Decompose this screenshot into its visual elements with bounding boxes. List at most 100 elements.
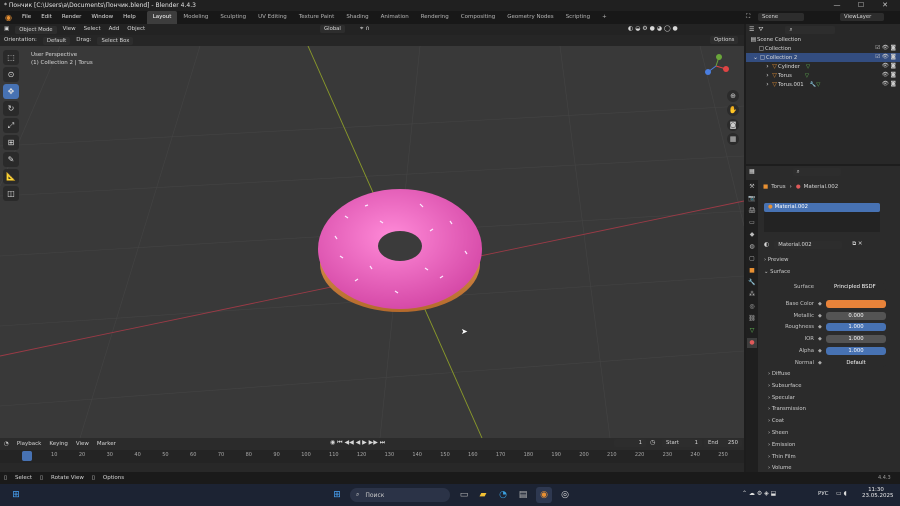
system-tray-icons[interactable]: ⌃ ☁ ⚙ ◈ ⬓ [742,490,776,497]
orientation-dropdown[interactable]: Default [42,36,71,45]
subsection-header[interactable]: › Transmission [768,405,806,414]
playhead[interactable] [22,451,32,461]
object-tab-icon[interactable]: ■ [747,266,757,276]
outliner-item-torus[interactable]: › ▽Torus ▽ 👁 ◙ [746,71,900,80]
expand-icon[interactable]: › [764,62,771,71]
editor-type-icon[interactable]: ▣ [0,24,13,35]
constraints-tab-icon[interactable]: ⛓ [747,314,757,324]
socket-icon[interactable]: ◆ [818,323,822,332]
visibility-icon[interactable]: ☑ 👁 ◙ [875,53,896,62]
menu-view[interactable]: View [59,24,80,35]
network-volume-icons[interactable]: ▭ ◖ [836,490,847,497]
subsection-header[interactable]: › Specular [768,394,795,403]
tab-sculpting[interactable]: Sculpting [214,11,252,24]
zoom-icon[interactable]: ⊕ [727,90,739,102]
timeline-editor-icon[interactable]: ◔ [0,439,13,450]
subsection-header[interactable]: › Emission [768,441,795,450]
menu-file[interactable]: File [17,11,36,24]
prop-field[interactable] [826,300,886,308]
modifier-tab-icon[interactable]: 🔧 [747,278,757,288]
socket-icon[interactable]: ◆ [818,359,822,368]
measure-tool-icon[interactable]: 📐 [3,169,19,184]
surface-panel-header[interactable]: ⌄ Surface [764,268,790,277]
tab-modeling[interactable]: Modeling [177,11,214,24]
visibility-icon[interactable]: 👁 ◙ [882,71,896,80]
menu-object[interactable]: Object [123,24,149,35]
scale-tool-icon[interactable]: ⤢ [3,118,19,133]
minimize-button[interactable]: — [826,0,848,11]
subsection-header[interactable]: › Thin Film [768,453,796,462]
close-button[interactable]: ✕ [874,0,896,11]
store-icon[interactable]: ▤ [515,487,531,503]
mode-selector[interactable]: Object Mode [15,25,57,34]
physics-tab-icon[interactable]: ◎ [747,302,757,312]
tab-animation[interactable]: Animation [375,11,415,24]
tab-scripting[interactable]: Scripting [560,11,596,24]
particles-tab-icon[interactable]: ⁂ [747,290,757,300]
prop-field[interactable]: 1.000 [826,335,886,344]
tab-layout[interactable]: Layout [146,11,178,24]
menu-render[interactable]: Render [57,11,87,24]
add-cube-tool-icon[interactable]: ◫ [3,186,19,201]
current-frame-field[interactable]: 1 [614,439,646,447]
tool-tab-icon[interactable]: ⚒ [747,182,757,192]
menu-marker[interactable]: Marker [93,439,120,450]
subsection-header[interactable]: › Sheen [768,429,788,438]
view-layer-selector[interactable]: ViewLayer [840,13,884,21]
material-browse-icon[interactable]: ◐ [764,241,769,248]
menu-help[interactable]: Help [118,11,141,24]
filter-icon[interactable]: ⛛ [758,26,763,34]
snap-icon[interactable]: ⌖ ∩ [360,25,370,33]
material-slot-list[interactable] [764,212,880,232]
move-tool-icon[interactable]: ✥ [3,84,19,99]
tab-uv-editing[interactable]: UV Editing [252,11,293,24]
prop-field[interactable]: 0.000 [826,311,886,320]
options-button[interactable]: Options [710,36,739,44]
camera-icon[interactable]: ◙ [727,119,739,131]
outliner-item-cylinder[interactable]: › ▽Cylinder ▽ 👁 ◙ [746,62,900,71]
taskbar-search[interactable]: ⌕ Поиск [350,488,450,502]
clock[interactable]: 11:30 23.05.2025 [862,487,894,499]
visibility-icon[interactable]: ☑ 👁 ◙ [875,44,896,53]
properties-editor-icon[interactable]: ▦ [749,168,755,175]
material-slot-item[interactable]: ● Material.002 [764,203,880,212]
maximize-button[interactable]: ☐ [850,0,872,11]
annotate-tool-icon[interactable]: ✎ [3,152,19,167]
socket-icon[interactable]: ◆ [818,300,822,309]
properties-search-input[interactable]: ⌕ [792,167,841,176]
outliner-item-collection[interactable]: ▢Collection ☑ 👁 ◙ [746,44,900,53]
app-icon[interactable]: ◎ [557,487,573,503]
socket-icon[interactable]: ◆ [818,335,822,344]
expand-icon[interactable]: › [764,71,771,80]
add-workspace-button[interactable]: + [596,11,613,24]
expand-icon[interactable]: › [764,80,771,89]
playback-controls-icon[interactable]: ◉ ⏮ ◀◀ ◀ ▶ ▶▶ ⏭ [330,439,385,447]
material-name-field[interactable]: Material.002 [774,240,843,249]
menu-select[interactable]: Select [80,24,105,35]
preview-panel-header[interactable]: › Preview [764,256,788,265]
end-frame-field[interactable]: End 250 [704,439,742,447]
surface-shader-field[interactable]: Principled BSDF [826,283,886,291]
data-tab-icon[interactable]: ▽ [747,326,757,336]
select-tool-icon[interactable]: ⬚ [3,50,19,65]
blender-logo-icon[interactable]: ◉ [0,13,17,22]
tab-texture-paint[interactable]: Texture Paint [293,11,341,24]
3d-viewport[interactable]: User Perspective (1) Collection 2 | Toru… [0,46,744,438]
shading-icons[interactable]: ◐ ◒ ⚙ ● ◕ ◯ ● [628,25,678,32]
grid-view-icon[interactable]: ▦ [727,133,739,145]
outliner-editor-icon[interactable]: ☰ [749,26,754,33]
socket-icon[interactable]: ◆ [818,347,822,356]
start-windows-icon[interactable]: ⊞ [8,487,24,503]
blender-taskbar-icon[interactable]: ◉ [536,487,552,503]
prop-field[interactable]: Default [826,358,886,367]
output-tab-icon[interactable]: 🖨 [747,206,757,216]
outliner-item-scene-collection[interactable]: ▤Scene Collection [746,35,900,44]
subsection-header[interactable]: › Subsurface [768,382,801,391]
menu-window[interactable]: Window [86,11,118,24]
scene-tab-icon[interactable]: ◆ [747,230,757,240]
tab-geometry-nodes[interactable]: Geometry Nodes [501,11,559,24]
rotate-tool-icon[interactable]: ↻ [3,101,19,116]
subsection-header[interactable]: › Diffuse [768,370,790,379]
menu-playback[interactable]: Playback [13,439,46,450]
render-tab-icon[interactable]: 📷 [747,194,757,204]
